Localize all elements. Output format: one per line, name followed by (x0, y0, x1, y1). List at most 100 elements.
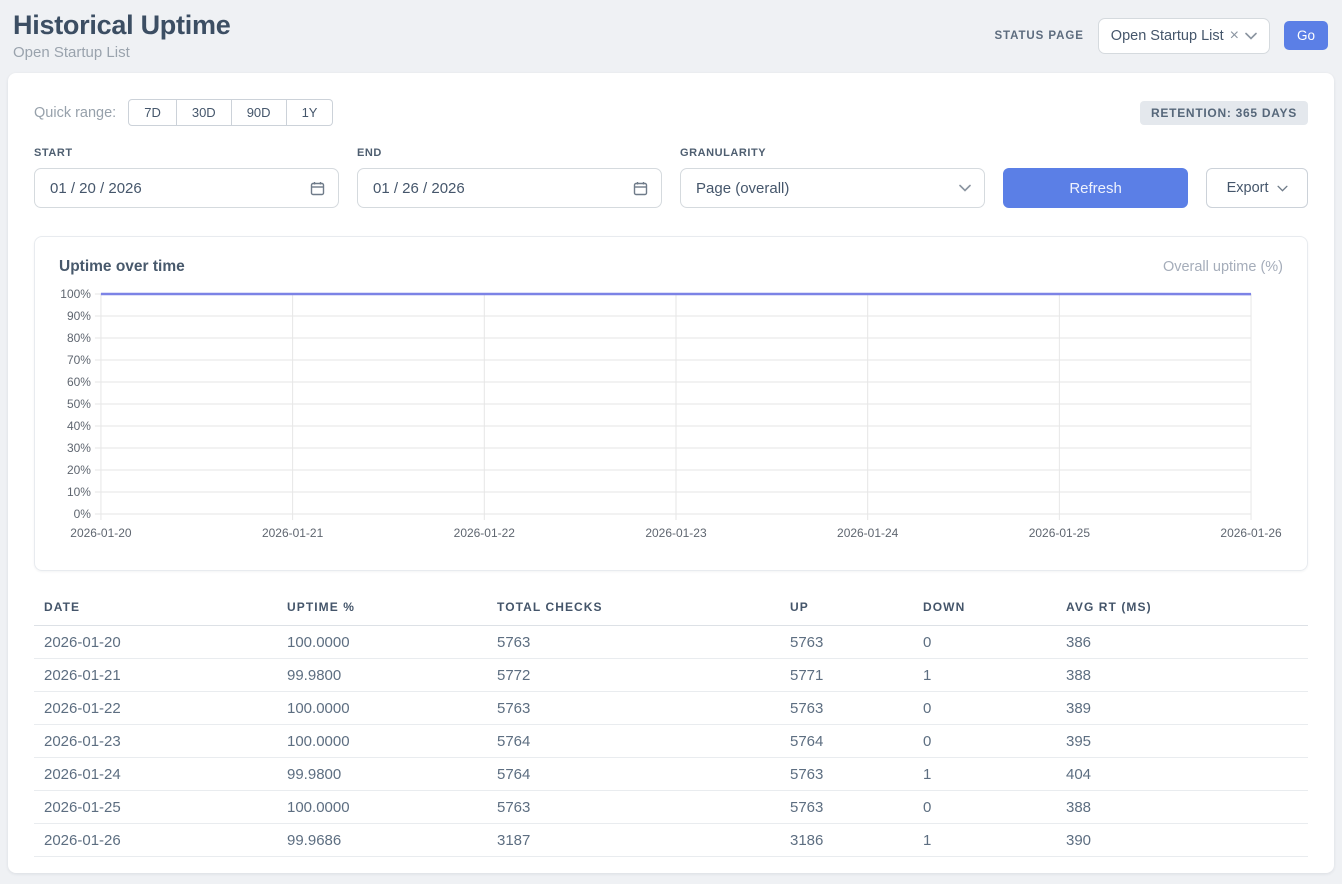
svg-text:2026-01-20: 2026-01-20 (70, 526, 132, 540)
granularity-select[interactable]: Page (overall) (680, 168, 985, 208)
table-cell: 1 (923, 758, 1066, 791)
uptime-chart-card: Uptime over time Overall uptime (%) 0% 10… (34, 236, 1308, 571)
svg-text:2026-01-25: 2026-01-25 (1029, 526, 1091, 540)
table-cell: 5763 (790, 758, 923, 791)
quick-range-90d-button[interactable]: 90D (232, 99, 287, 126)
status-page-select[interactable]: Open Startup List × (1098, 18, 1270, 54)
table-cell: 100.0000 (287, 791, 497, 824)
table-cell: 1 (923, 659, 1066, 692)
quick-range-7d-button[interactable]: 7D (128, 99, 177, 126)
svg-text:80%: 80% (67, 331, 91, 345)
clear-selection-icon[interactable]: × (1230, 28, 1239, 44)
column-header-down: DOWN (923, 594, 1066, 626)
granularity-label: GRANULARITY (680, 147, 985, 159)
svg-text:2026-01-26: 2026-01-26 (1220, 526, 1282, 540)
table-cell: 3187 (497, 824, 790, 857)
granularity-value: Page (overall) (696, 180, 789, 197)
page-title-block: Historical Uptime Open Startup List (13, 10, 230, 61)
status-page-select-value: Open Startup List (1111, 28, 1224, 44)
table-cell: 2026-01-20 (34, 626, 287, 659)
table-cell: 5763 (790, 692, 923, 725)
status-page-controls: STATUS PAGE Open Startup List × Go (994, 18, 1328, 54)
go-button[interactable]: Go (1284, 21, 1328, 50)
page-header: Historical Uptime Open Startup List STAT… (0, 0, 1342, 73)
uptime-chart-svg: 0%10%20%30%40%50%60%70%80%90%100%2026-01… (59, 288, 1283, 540)
export-button-label: Export (1227, 180, 1269, 196)
column-header-total-checks: TOTAL CHECKS (497, 594, 790, 626)
table-row: 2026-01-25100.0000576357630388 (34, 791, 1308, 824)
chart-title: Uptime over time (59, 258, 185, 276)
svg-text:2026-01-24: 2026-01-24 (837, 526, 899, 540)
retention-badge: RETENTION: 365 DAYS (1140, 101, 1308, 125)
table-header: DATE UPTIME % TOTAL CHECKS UP DOWN AVG R… (34, 594, 1308, 626)
svg-text:2026-01-22: 2026-01-22 (454, 526, 516, 540)
svg-text:50%: 50% (67, 397, 91, 411)
svg-text:90%: 90% (67, 309, 91, 323)
refresh-button[interactable]: Refresh (1003, 168, 1188, 208)
chevron-down-icon (1245, 32, 1257, 40)
table-cell: 100.0000 (287, 725, 497, 758)
end-date-field: END 01 / 26 / 2026 (357, 147, 662, 208)
svg-text:100%: 100% (60, 288, 91, 301)
table-cell: 100.0000 (287, 692, 497, 725)
table-cell: 2026-01-25 (34, 791, 287, 824)
quick-range-1y-button[interactable]: 1Y (287, 99, 334, 126)
table-cell: 5763 (497, 626, 790, 659)
table-cell: 0 (923, 791, 1066, 824)
table-cell: 0 (923, 626, 1066, 659)
start-date-value: 01 / 20 / 2026 (50, 180, 142, 197)
end-date-label: END (357, 147, 662, 159)
start-date-input[interactable]: 01 / 20 / 2026 (34, 168, 339, 208)
table-cell: 395 (1066, 725, 1308, 758)
table-cell: 99.9800 (287, 659, 497, 692)
table-row: 2026-01-2699.9686318731861390 (34, 824, 1308, 857)
table-cell: 388 (1066, 791, 1308, 824)
quick-range-row: Quick range: 7D 30D 90D 1Y RETENTION: 36… (34, 99, 1308, 126)
column-header-avg-rt: AVG RT (MS) (1066, 594, 1308, 626)
svg-text:10%: 10% (67, 485, 91, 499)
table-cell: 1 (923, 824, 1066, 857)
table-cell: 389 (1066, 692, 1308, 725)
table-cell: 99.9800 (287, 758, 497, 791)
svg-text:20%: 20% (67, 463, 91, 477)
svg-text:0%: 0% (74, 507, 92, 521)
quick-range-30d-button[interactable]: 30D (177, 99, 232, 126)
chevron-down-icon (959, 184, 971, 192)
table-cell: 5763 (790, 626, 923, 659)
table-cell: 0 (923, 692, 1066, 725)
table-cell: 5763 (790, 791, 923, 824)
table-cell: 2026-01-21 (34, 659, 287, 692)
end-date-input[interactable]: 01 / 26 / 2026 (357, 168, 662, 208)
table-cell: 390 (1066, 824, 1308, 857)
column-header-up: UP (790, 594, 923, 626)
start-date-field: START 01 / 20 / 2026 (34, 147, 339, 208)
svg-text:2026-01-23: 2026-01-23 (645, 526, 707, 540)
table-cell: 100.0000 (287, 626, 497, 659)
table-row: 2026-01-22100.0000576357630389 (34, 692, 1308, 725)
table-cell: 5764 (497, 725, 790, 758)
chart-legend: Overall uptime (%) (1163, 259, 1283, 275)
quick-range-label: Quick range: (34, 105, 116, 121)
table-cell: 0 (923, 725, 1066, 758)
chevron-down-icon (1277, 185, 1288, 192)
calendar-icon[interactable] (633, 181, 648, 196)
calendar-icon[interactable] (310, 181, 325, 196)
table-row: 2026-01-2199.9800577257711388 (34, 659, 1308, 692)
export-button[interactable]: Export (1206, 168, 1308, 208)
filter-controls-row: START 01 / 20 / 2026 END 01 / 26 / 2026 … (34, 147, 1308, 208)
table-cell: 5763 (497, 791, 790, 824)
table-cell: 404 (1066, 758, 1308, 791)
svg-text:40%: 40% (67, 419, 91, 433)
uptime-table-body: 2026-01-20100.00005763576303862026-01-21… (34, 626, 1308, 857)
page-title: Historical Uptime (13, 10, 230, 41)
table-cell: 5764 (790, 725, 923, 758)
quick-range-group: 7D 30D 90D 1Y (128, 99, 333, 126)
table-cell: 3186 (790, 824, 923, 857)
page-subtitle: Open Startup List (13, 44, 230, 61)
table-cell: 388 (1066, 659, 1308, 692)
table-cell: 5772 (497, 659, 790, 692)
start-date-label: START (34, 147, 339, 159)
uptime-table: DATE UPTIME % TOTAL CHECKS UP DOWN AVG R… (34, 594, 1308, 857)
end-date-value: 01 / 26 / 2026 (373, 180, 465, 197)
svg-text:70%: 70% (67, 353, 91, 367)
